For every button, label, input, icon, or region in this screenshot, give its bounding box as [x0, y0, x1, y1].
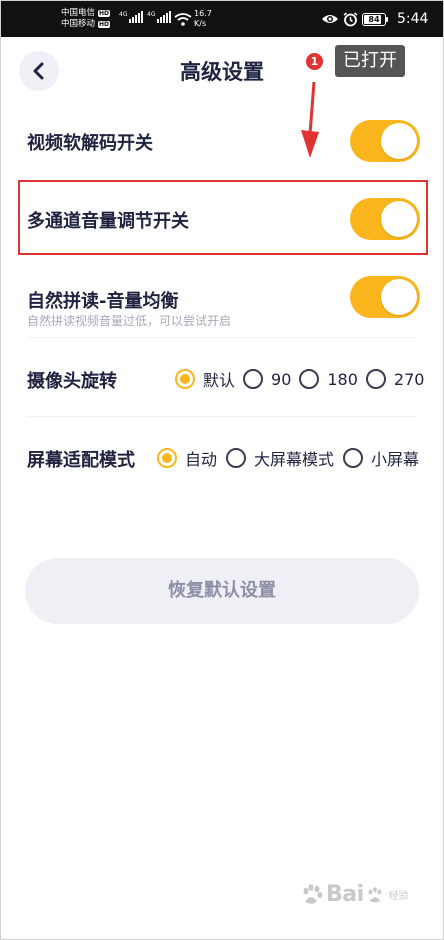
clock: 5:44	[397, 11, 429, 27]
toggle-knob	[381, 123, 417, 159]
radio-unselected-icon	[299, 369, 320, 389]
camera-rotation-radio-group: 默认 90 180 270	[175, 367, 424, 391]
battery-icon: 84	[362, 13, 388, 26]
annotation-arrow-icon	[301, 81, 319, 158]
speed-value: 16.7	[194, 9, 212, 18]
network-type-label: 4G	[147, 11, 156, 18]
toggle-knob	[381, 279, 417, 315]
hd-badge: HD	[98, 10, 111, 17]
reset-defaults-button[interactable]: 恢复默认设置	[25, 558, 419, 624]
watermark-text: Bai	[326, 882, 364, 907]
radio-label: 默认	[203, 371, 236, 390]
battery-level: 84	[368, 15, 380, 24]
wifi-icon	[174, 13, 192, 26]
network-speed: 16.7 K/s	[194, 9, 212, 29]
baidu-watermark: Bai 经验	[300, 882, 409, 907]
natural-reading-description: 自然拼读视频音量过低，可以尝试开启	[27, 314, 232, 328]
multichannel-volume-label: 多通道音量调节开关	[27, 211, 189, 232]
toggle-knob	[381, 201, 417, 237]
radio-label: 180	[327, 369, 358, 389]
natural-reading-toggle[interactable]	[350, 276, 420, 318]
soft-decode-toggle[interactable]	[350, 120, 420, 162]
alarm-icon	[343, 12, 358, 27]
radio-label: 90	[271, 369, 292, 389]
carrier-1: 中国电信	[61, 8, 96, 18]
screen-mode-option-auto[interactable]: 自动	[157, 446, 217, 470]
radio-unselected-icon	[365, 369, 386, 389]
screen-mode-option-small[interactable]: 小屏幕	[343, 446, 419, 470]
paw-logo-icon	[303, 883, 323, 904]
soft-decode-label: 视频软解码开关	[27, 133, 153, 154]
radio-selected-icon	[157, 448, 177, 468]
annotation-tooltip: 已打开	[335, 45, 405, 77]
camera-rotation-label: 摄像头旋转	[27, 371, 117, 392]
watermark-sub: 经验	[388, 891, 409, 902]
camera-rotation-option-180[interactable]: 180	[299, 369, 358, 389]
screen-mode-option-large[interactable]: 大屏幕模式	[226, 446, 334, 470]
camera-rotation-option-default[interactable]: 默认	[175, 367, 235, 391]
carrier-info: 中国电信 HD 中国移动 HD	[61, 8, 111, 30]
natural-reading-label: 自然拼读-音量均衡	[27, 291, 179, 312]
screen-mode-label: 屏幕适配模式	[27, 450, 135, 471]
annotation-number-badge: 1	[306, 53, 323, 70]
radio-unselected-icon	[226, 448, 247, 468]
camera-rotation-option-270[interactable]: 270	[365, 369, 425, 389]
screen-mode-radio-group: 自动 大屏幕模式 小屏幕	[157, 446, 419, 470]
multichannel-volume-toggle[interactable]	[350, 198, 420, 240]
radio-label: 自动	[185, 450, 218, 469]
radio-label: 小屏幕	[371, 450, 420, 469]
radio-selected-icon	[175, 369, 195, 389]
signal-icon: 4G	[119, 11, 144, 23]
camera-rotation-option-90[interactable]: 90	[243, 369, 291, 389]
network-type-label: 4G	[119, 11, 128, 18]
radio-label: 270	[393, 369, 425, 389]
carrier-2: 中国移动	[61, 19, 96, 29]
divider	[27, 416, 417, 417]
status-bar: 中国电信 HD 中国移动 HD 4G 4G 16.7 K/s 84 5:44	[1, 1, 443, 37]
hd-badge: HD	[98, 21, 111, 28]
radio-unselected-icon	[243, 369, 264, 389]
radio-label: 大屏幕模式	[254, 450, 335, 469]
paw-icon	[368, 886, 382, 902]
signal-icon: 4G	[147, 11, 172, 23]
radio-unselected-icon	[343, 448, 364, 468]
divider	[27, 337, 417, 338]
speed-unit: K/s	[194, 19, 207, 28]
eye-icon	[322, 15, 338, 23]
